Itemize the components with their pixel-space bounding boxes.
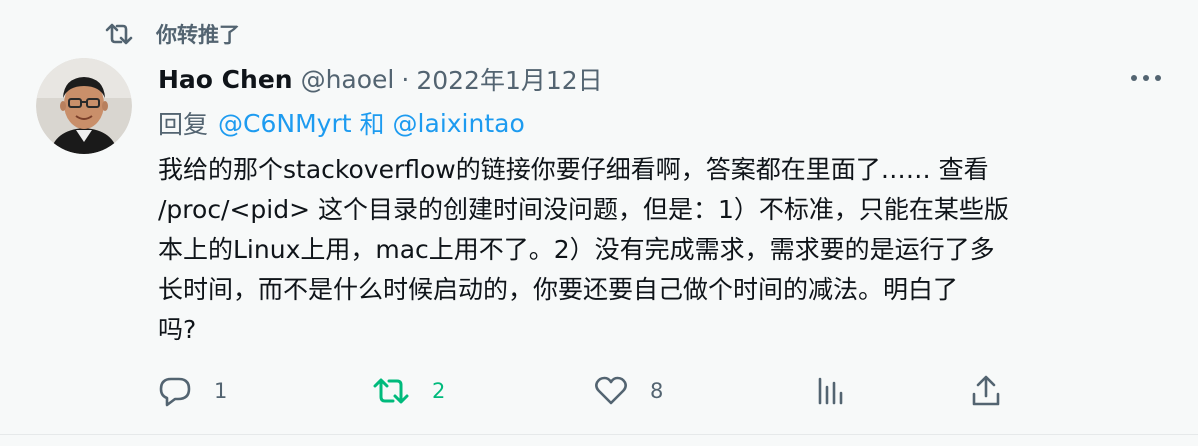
author-handle[interactable]: @haoel (301, 65, 395, 94)
more-options-button[interactable] (1124, 64, 1168, 92)
reply-button[interactable]: 1 (158, 374, 227, 408)
tweet-text-line: /proc/<pid> 这个目录的创建时间没问题，但是：1）不标准，只能在某些版 (158, 195, 1009, 224)
retweet-button[interactable]: 2 (372, 374, 445, 408)
retweet-icon (104, 21, 134, 47)
reply-prefix: 回复 (158, 110, 209, 139)
tweet-text: 我给的那个stackoverflow的链接你要仔细看啊，答案都在里面了…… 查看… (158, 150, 1158, 350)
reply-icon (158, 375, 192, 407)
tweet-date[interactable]: 2022年1月12日 (416, 61, 602, 97)
like-count: 8 (650, 379, 664, 403)
avatar[interactable] (36, 58, 132, 154)
analytics-button[interactable] (816, 374, 846, 408)
like-button[interactable]: 8 (594, 374, 663, 408)
tweet-text-line: 我给的那个stackoverflow的链接你要仔细看啊，答案都在里面了…… 查看 (158, 155, 989, 184)
reply-count: 1 (214, 379, 228, 403)
tweet-text-line: 本上的Linux上用，mac上用不了。2）没有完成需求，需求要的是运行了多 (158, 235, 995, 264)
analytics-icon (816, 375, 846, 407)
tweet[interactable]: 你转推了 Hao Chen @haoel · 2022年1月12日 回复 @C6… (0, 0, 1198, 435)
more-icon (1130, 74, 1162, 82)
retweet-count: 2 (432, 379, 446, 403)
replying-to: 回复 @C6NMyrt 和 @laixintao (158, 105, 525, 141)
share-button[interactable] (970, 374, 1002, 408)
heart-icon (594, 375, 628, 407)
retweet-context-label[interactable]: 你转推了 (156, 19, 240, 49)
mention-link[interactable]: @laixintao (393, 109, 525, 138)
share-icon (970, 374, 1002, 408)
author-name[interactable]: Hao Chen (158, 65, 293, 94)
mention-link[interactable]: @C6NMyrt (218, 109, 352, 138)
tweet-text-line: 长时间，而不是什么时候启动的，你要还要自己做个时间的减法。明白了 (158, 275, 959, 304)
social-context: 你转推了 (104, 20, 240, 48)
reply-conjunction: 和 (359, 110, 385, 139)
tweet-header: Hao Chen @haoel · 2022年1月12日 (158, 61, 603, 97)
retweet-icon (372, 375, 410, 407)
tweet-text-line: 吗? (158, 315, 197, 344)
header-separator: · (401, 64, 410, 94)
